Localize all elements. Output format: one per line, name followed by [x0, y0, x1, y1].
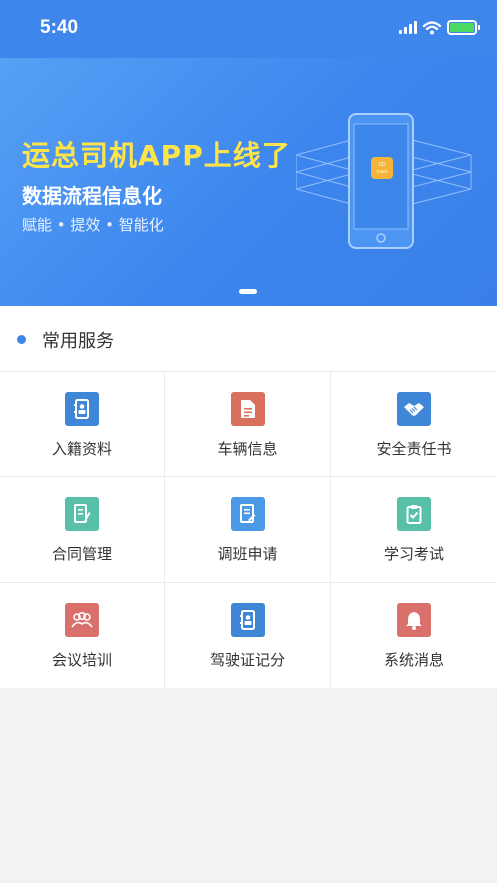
shift-request-icon [230, 497, 265, 531]
phone-badge-bottom: Track [376, 169, 388, 174]
promo-banner[interactable]: 运总司机APP上线了 数据流程信息化 赋能 • 提效 • 智能化 CD Trac… [0, 58, 497, 306]
service-label: 会议培训 [51, 651, 112, 669]
service-label: 合同管理 [51, 545, 112, 563]
phone-illustration: CD Track [296, 113, 472, 249]
service-item-study-exam[interactable]: 学习考试 [331, 477, 497, 583]
service-label: 学习考试 [383, 545, 444, 563]
phone-badge-top: CD [378, 162, 386, 168]
services-grid: 入籍资料 车辆信息 安全责任书 合同管理 调班申请 学习考试 会议培训 驾驶证记… [0, 372, 497, 688]
service-label: 车辆信息 [217, 440, 278, 458]
service-item-contracts[interactable]: 合同管理 [0, 477, 165, 583]
service-item-license-points[interactable]: 驾驶证记分 [165, 583, 331, 688]
status-bar: 5:40 [0, 0, 497, 58]
section-header: 常用服务 [0, 306, 497, 372]
clipboard-check-icon [397, 497, 431, 531]
section-title: 常用服务 [42, 331, 114, 352]
battery-icon [447, 20, 480, 35]
service-label: 系统消息 [383, 651, 444, 669]
banner-title: 运总司机APP上线了 [22, 139, 291, 172]
handshake-icon [397, 392, 431, 426]
banner-tags: 赋能 • 提效 • 智能化 [22, 216, 164, 234]
bell-icon [397, 603, 431, 637]
service-label: 入籍资料 [51, 440, 112, 458]
banner-subtitle: 数据流程信息化 [22, 184, 162, 208]
group-icon [65, 603, 99, 637]
service-item-shift-request[interactable]: 调班申请 [165, 477, 331, 583]
contact-book-icon [65, 392, 99, 426]
status-time: 5:40 [40, 17, 79, 38]
service-item-enrollment[interactable]: 入籍资料 [0, 372, 165, 477]
contract-edit-icon [65, 497, 99, 531]
status-icons [399, 20, 480, 35]
document-icon [230, 392, 265, 426]
carousel-indicator[interactable] [239, 289, 257, 294]
service-item-system-messages[interactable]: 系统消息 [331, 583, 497, 688]
signal-icon [399, 21, 417, 34]
service-label: 驾驶证记分 [209, 651, 285, 669]
service-label: 调班申请 [217, 545, 278, 563]
section-dot [17, 335, 26, 344]
service-item-meeting-training[interactable]: 会议培训 [0, 583, 165, 688]
service-item-safety-agreement[interactable]: 安全责任书 [331, 372, 497, 477]
wifi-icon [423, 20, 441, 34]
service-item-vehicle-info[interactable]: 车辆信息 [165, 372, 331, 477]
contact-book-icon [230, 603, 265, 637]
service-label: 安全责任书 [376, 440, 452, 458]
